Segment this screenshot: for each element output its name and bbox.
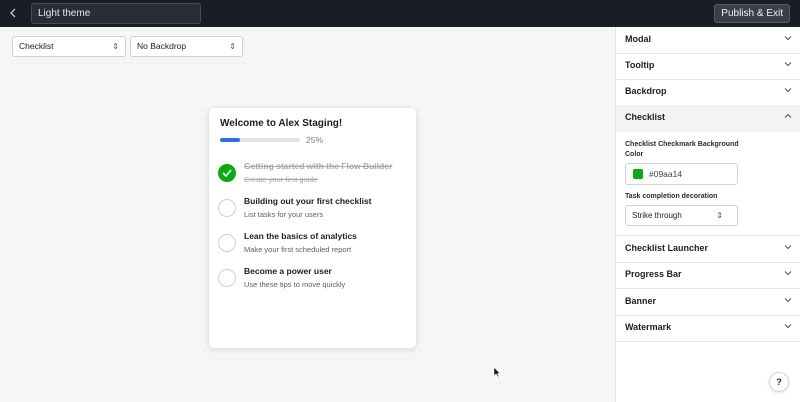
section-checklist[interactable]: Checklist: [616, 105, 800, 132]
section-label: Checklist Launcher: [625, 243, 709, 253]
chevron-down-icon: [784, 245, 792, 250]
checklist-progress-bar: [220, 138, 300, 142]
chevron-down-icon: [784, 271, 792, 276]
checkmark-color-label: Checklist Checkmark Background Color: [625, 141, 739, 158]
top-bar: Publish & Exit: [0, 0, 800, 27]
task-status-circle: [218, 164, 236, 182]
task-description: Make your first scheduled report: [244, 245, 352, 254]
task-status-circle: [218, 234, 236, 252]
publish-exit-button[interactable]: Publish & Exit: [714, 4, 790, 23]
section-modal[interactable]: Modal: [616, 27, 800, 54]
task-title: Lean the basics of analytics: [244, 231, 357, 241]
task-title: Become a power user: [244, 266, 332, 276]
section-label: Banner: [625, 296, 657, 306]
task-description: List tasks for your users: [244, 210, 324, 219]
preview-canvas: Checklist ⇕ No Backdrop ⇕ Welcome to Ale…: [0, 27, 615, 402]
progress-fill: [220, 138, 240, 142]
chevron-left-icon: [10, 8, 16, 18]
checklist-settings: Checklist Checkmark Background Color #09…: [616, 132, 800, 236]
task-item[interactable]: Lean the basics of analytics Make your f…: [217, 229, 407, 259]
chevron-down-icon: [784, 62, 792, 67]
chevron-down-icon: [784, 36, 792, 41]
select-chevrons-icon: ⇕: [112, 42, 119, 51]
task-item[interactable]: Become a power user Use these tips to mo…: [217, 264, 407, 294]
progress-percent: 25%: [306, 135, 324, 145]
section-backdrop[interactable]: Backdrop: [616, 79, 800, 106]
component-type-select[interactable]: Checklist ⇕: [12, 36, 126, 57]
task-status-circle: [218, 269, 236, 287]
checklist-card: Welcome to Alex Staging! 25% Getting sta…: [209, 108, 416, 348]
checklist-title: Welcome to Alex Staging!: [220, 118, 343, 129]
task-description: Create your first guide: [244, 175, 318, 184]
task-item[interactable]: Building out your first checklist List t…: [217, 194, 407, 224]
decoration-label: Task completion decoration: [625, 193, 718, 200]
decoration-value: Strike through: [632, 211, 682, 220]
backdrop-value: No Backdrop: [137, 41, 187, 51]
chevron-down-icon: [784, 298, 792, 303]
section-label: Backdrop: [625, 86, 667, 96]
section-label: Progress Bar: [625, 269, 682, 279]
back-button[interactable]: [4, 4, 22, 22]
color-hex-value: #09aa14: [649, 169, 683, 179]
section-tooltip[interactable]: Tooltip: [616, 53, 800, 80]
checkmark-color-input[interactable]: #09aa14: [625, 163, 738, 185]
chevron-down-icon: [784, 88, 792, 93]
help-button[interactable]: ?: [769, 372, 789, 392]
select-chevrons-icon: ⇕: [229, 42, 236, 51]
section-checklist-launcher[interactable]: Checklist Launcher: [616, 236, 800, 263]
select-chevrons-icon: ⇕: [716, 211, 723, 220]
component-type-value: Checklist: [19, 41, 54, 51]
chevron-up-icon: [784, 113, 792, 118]
task-item[interactable]: Getting started with the Flow Builder Cr…: [217, 159, 407, 189]
chevron-down-icon: [784, 324, 792, 329]
section-progress-bar[interactable]: Progress Bar: [616, 262, 800, 289]
section-banner[interactable]: Banner: [616, 289, 800, 316]
section-watermark[interactable]: Watermark: [616, 315, 800, 342]
checkmark-icon: [222, 169, 232, 177]
backdrop-select[interactable]: No Backdrop ⇕: [130, 36, 243, 57]
section-label: Tooltip: [625, 60, 655, 70]
task-description: Use these tips to move quickly: [244, 280, 346, 289]
mouse-cursor-icon: [493, 366, 501, 378]
color-swatch[interactable]: [633, 169, 643, 179]
task-title: Building out your first checklist: [244, 196, 372, 206]
task-status-circle: [218, 199, 236, 217]
theme-name-input[interactable]: [31, 3, 201, 24]
task-title: Getting started with the Flow Builder: [244, 161, 393, 171]
section-label: Checklist: [625, 112, 666, 122]
section-label: Modal: [625, 34, 651, 44]
settings-panel: Modal Tooltip Backdrop Checklist Checkli…: [615, 27, 800, 402]
decoration-select[interactable]: Strike through ⇕: [625, 205, 738, 226]
section-label: Watermark: [625, 322, 672, 332]
